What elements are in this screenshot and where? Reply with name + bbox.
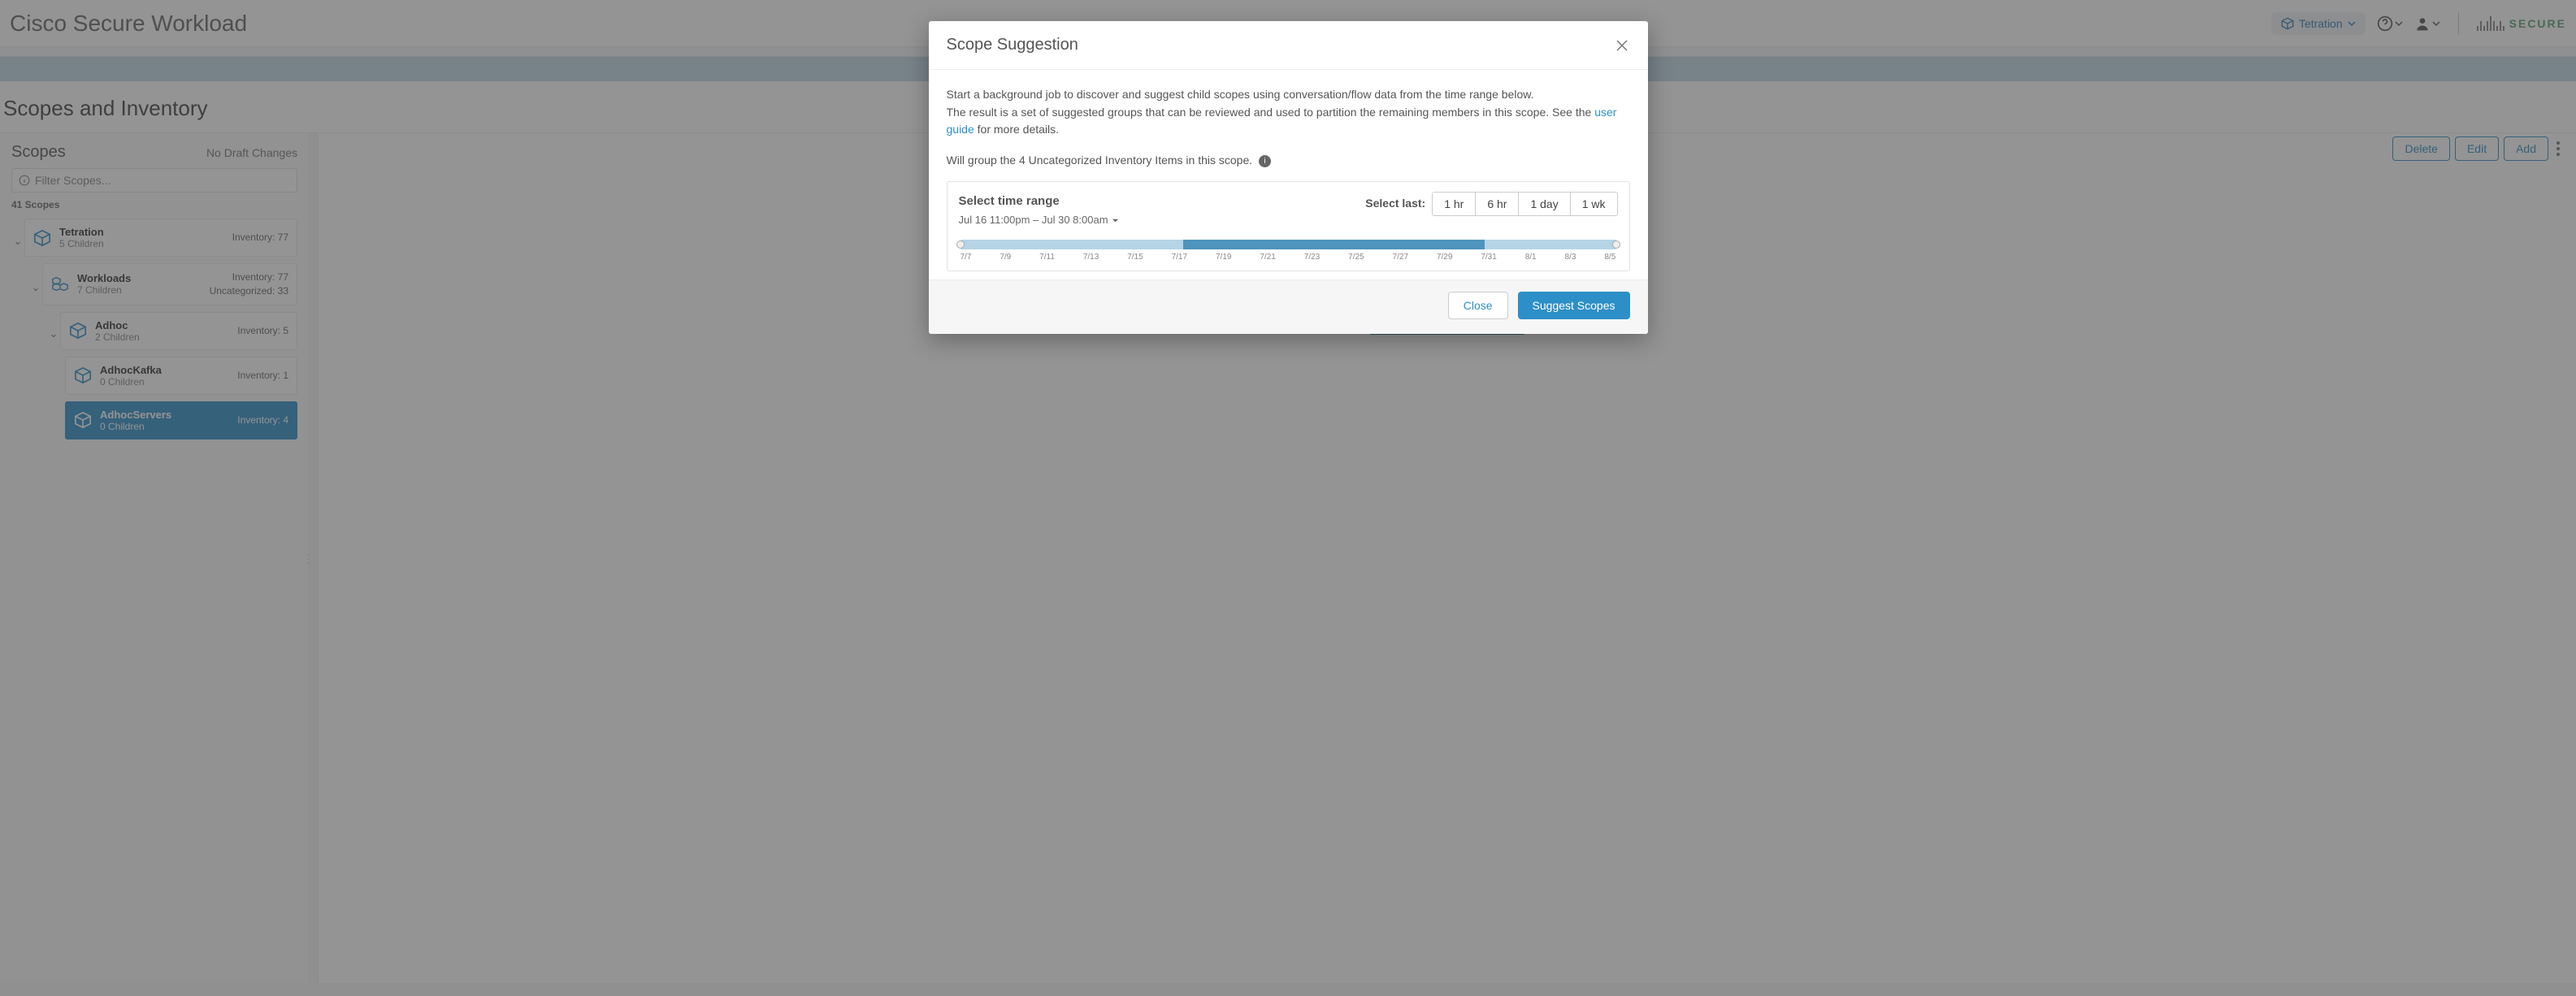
modal-overlay: Scope Suggestion Start a background job … [0,0,2576,996]
tick-label: 7/23 [1304,251,1320,264]
tick-label: 7/17 [1172,251,1187,264]
tick-label: 8/3 [1565,251,1576,264]
preset-1day[interactable]: 1 day [1518,193,1569,215]
modal-group-line-row: Will group the 4 Uncategorized Inventory… [947,152,1630,170]
tick-label: 7/11 [1039,251,1055,264]
tick-label: 7/27 [1393,251,1408,264]
tick-label: 8/1 [1525,251,1537,264]
preset-1wk[interactable]: 1 wk [1570,193,1617,215]
range-value-dropdown[interactable]: Jul 16 11:00pm – Jul 30 8:00am [959,212,1119,228]
slider-handle-start[interactable] [956,240,965,249]
preset-6hr[interactable]: 6 hr [1475,193,1518,215]
tick-label: 7/15 [1127,251,1143,264]
modal-p1: Start a background job to discover and s… [947,86,1630,104]
range-top: Select time range Jul 16 11:00pm – Jul 3… [959,192,1618,228]
tick-label: 7/9 [1000,251,1011,264]
close-button[interactable] [1614,37,1630,54]
preset-1hr[interactable]: 1 hr [1433,193,1475,215]
range-value-text: Jul 16 11:00pm – Jul 30 8:00am [959,212,1108,228]
tick-label: 7/29 [1437,251,1452,264]
modal-footer: Close Suggest Scopes [929,279,1648,334]
time-range-slider[interactable]: 7/7 7/9 7/11 7/13 7/15 7/17 7/19 7/21 7/23 7/25 7/… [961,238,1616,262]
close-icon [1614,37,1630,54]
tick-label: 7/7 [961,251,972,264]
modal-title: Scope Suggestion [947,36,1078,54]
tick-label: 7/21 [1260,251,1275,264]
range-left: Select time range Jul 16 11:00pm – Jul 3… [959,192,1119,228]
scope-suggestion-modal: Scope Suggestion Start a background job … [929,21,1648,334]
tick-label: 7/31 [1481,251,1496,264]
tick-label: 7/25 [1348,251,1364,264]
close-modal-button[interactable]: Close [1448,292,1508,319]
time-range-card: Select time range Jul 16 11:00pm – Jul 3… [947,181,1630,271]
slider-handle-end[interactable] [1612,240,1620,249]
modal-header: Scope Suggestion [929,21,1648,70]
suggest-scopes-button[interactable]: Suggest Scopes [1518,292,1630,319]
caret-down-icon [1112,217,1119,224]
select-last-label: Select last: [1365,195,1425,213]
preset-segment: 1 hr 6 hr 1 day 1 wk [1432,192,1617,216]
range-right: Select last: 1 hr 6 hr 1 day 1 wk [1365,192,1617,216]
info-icon[interactable]: i [1259,155,1271,167]
modal-group-line: Will group the 4 Uncategorized Inventory… [947,154,1253,167]
range-title: Select time range [959,192,1119,210]
modal-p2: The result is a set of suggested groups … [947,104,1630,139]
slider-ticks: 7/7 7/9 7/11 7/13 7/15 7/17 7/19 7/21 7/23 7/25 7/… [961,251,1616,264]
tick-label: 7/19 [1216,251,1231,264]
modal-p2a: The result is a set of suggested groups … [947,106,1595,119]
slider-selection [1183,240,1485,249]
tick-label: 8/5 [1604,251,1615,264]
tick-label: 7/13 [1083,251,1099,264]
modal-body: Start a background job to discover and s… [929,70,1648,279]
modal-p2b: for more details. [978,123,1059,136]
app-root: Cisco Secure Workload Tetration [0,0,2576,996]
